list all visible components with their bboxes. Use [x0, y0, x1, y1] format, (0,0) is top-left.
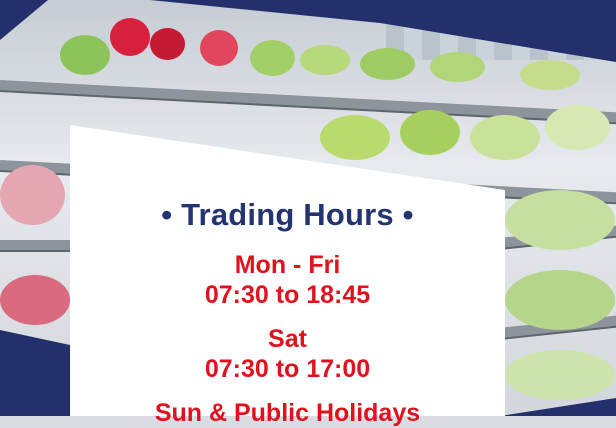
sunday-holiday-label: Sun & Public Holidays	[154, 399, 421, 427]
saturday-label: Sat	[268, 325, 307, 353]
produce-pack	[505, 190, 615, 250]
trading-hours-title: • Trading Hours •	[161, 197, 414, 232]
weekday-hours: 07:30 to 18:45	[204, 281, 371, 309]
produce-pack	[505, 350, 615, 400]
produce-cabbage	[545, 105, 610, 150]
shelf	[0, 80, 616, 125]
produce-cabbage	[400, 110, 460, 155]
produce-pack	[505, 270, 615, 330]
produce-tomato	[150, 28, 185, 60]
produce-tomato	[110, 18, 150, 56]
saturday-hours: 07:30 to 17:00	[204, 355, 371, 383]
weekday-label: Mon - Fri	[234, 251, 341, 279]
produce-lettuce	[60, 35, 110, 75]
produce-cabbage	[320, 115, 390, 160]
produce-pack	[0, 165, 65, 225]
trading-hours-content: • Trading Hours • Mon - Fri 07:30 to 18:…	[70, 196, 505, 428]
produce-green	[520, 60, 580, 90]
produce-cabbage	[470, 115, 540, 160]
produce-green	[360, 48, 415, 80]
produce-apple	[200, 30, 238, 66]
produce-green	[300, 45, 350, 75]
produce-green	[250, 40, 295, 76]
produce-pack	[0, 275, 70, 325]
produce-green	[430, 52, 485, 82]
shelf	[0, 240, 80, 250]
